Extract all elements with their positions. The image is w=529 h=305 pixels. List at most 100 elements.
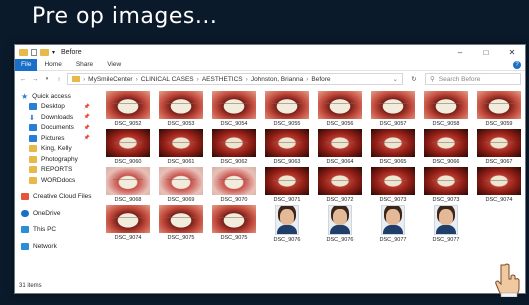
file-tile[interactable]: DSC_9059 [473,91,525,129]
file-tile[interactable]: DSC_9064 [314,129,366,167]
image-thumbnail [265,91,309,119]
file-tile[interactable]: DSC_9075 [208,205,260,243]
sidebar-item[interactable]: ★ Quick access [15,91,98,102]
up-icon[interactable]: ↑ [55,76,63,83]
quick-access-toolbar: ▾ [19,48,55,56]
sidebar-item[interactable]: OneDrive [15,208,98,219]
recent-locations-icon[interactable]: ▾ [43,76,51,82]
help-icon[interactable]: ? [513,60,521,69]
sidebar-item[interactable]: This PC [15,225,98,236]
image-thumbnail [424,91,468,119]
file-tile[interactable]: DSC_9066 [420,129,472,167]
slide-title: Pre op images... [32,4,218,29]
file-tile[interactable]: DSC_9068 [102,167,154,205]
sidebar-item[interactable]: Documents 📌 [15,123,98,134]
file-explorer-window: ▾ Before – □ ✕ File Home Share View ? ← … [14,44,526,294]
file-tile[interactable]: DSC_9073 [367,167,419,205]
tab-share[interactable]: Share [69,61,100,68]
file-tile[interactable]: DSC_9058 [420,91,472,129]
image-thumbnail [477,167,521,195]
sidebar-item[interactable]: ⬇ Downloads 📌 [15,112,98,123]
file-name: DSC_9077 [432,237,460,243]
image-thumbnail [212,205,256,233]
image-thumbnail [275,205,299,235]
file-tile[interactable]: DSC_9077 [420,205,472,243]
image-thumbnail [212,91,256,119]
file-tile[interactable]: DSC_9069 [155,167,207,205]
file-name: DSC_9075 [220,235,248,241]
file-tile[interactable]: DSC_9060 [102,129,154,167]
file-tile[interactable]: DSC_9056 [314,91,366,129]
breadcrumb-item[interactable]: MySmileCenter [88,76,132,83]
file-tile[interactable]: DSC_9067 [473,129,525,167]
file-tile[interactable]: DSC_9075 [155,205,207,243]
file-tile[interactable]: DSC_9054 [208,91,260,129]
file-tile[interactable]: DSC_9070 [208,167,260,205]
file-tile[interactable]: DSC_9076 [261,205,313,243]
file-tile[interactable]: DSC_9073 [420,167,472,205]
tab-home[interactable]: Home [37,61,68,68]
file-tile[interactable]: DSC_9053 [155,91,207,129]
sidebar-item-label: Quick access [32,92,71,100]
file-list: DSC_9052 DSC_9053 DSC_9054 DSC_9055 DSC_9056… [98,87,525,279]
sidebar-item[interactable]: Creative Cloud Files [15,192,98,203]
sidebar-item[interactable]: Desktop 📌 [15,102,98,113]
file-tile[interactable]: DSC_9074 [102,205,154,243]
image-thumbnail [159,91,203,119]
file-tile[interactable]: DSC_9063 [261,129,313,167]
properties-icon[interactable] [31,48,37,56]
search-placeholder: Search Before [438,75,481,83]
image-thumbnail [265,167,309,195]
sidebar-item-label: WORDdocs [41,176,76,184]
breadcrumb-item[interactable]: CLINICAL CASES [141,76,194,83]
pictures-icon [29,134,37,142]
file-tile[interactable]: DSC_9071 [261,167,313,205]
breadcrumb-item[interactable]: AESTHETICS [202,76,243,83]
file-tile[interactable]: DSC_9072 [314,167,366,205]
folder-icon [19,48,28,56]
sidebar-item[interactable]: King, Kelly [15,144,98,155]
maximize-button[interactable]: □ [473,48,499,57]
file-tile[interactable]: DSC_9065 [367,129,419,167]
file-name: DSC_9062 [220,159,248,165]
breadcrumb[interactable]: › MySmileCenter › CLINICAL CASES › AESTH… [67,73,403,85]
breadcrumb-item[interactable]: Johnston, Brianna [251,76,303,83]
sidebar-item-label: OneDrive [33,209,61,217]
file-tile[interactable]: DSC_9057 [367,91,419,129]
file-tile[interactable]: DSC_9076 [314,205,366,243]
sidebar-item-label: Documents [41,124,74,132]
file-name: DSC_9073 [379,197,407,203]
file-name: DSC_9066 [432,159,460,165]
sidebar-item[interactable]: Photography [15,154,98,165]
window-title: Before [61,48,82,56]
sidebar-item-label: Downloads [41,113,74,121]
chevron-down-icon[interactable]: ⌄ [393,75,398,83]
refresh-icon[interactable]: ↻ [407,75,421,83]
file-tile[interactable]: DSC_9077 [367,205,419,243]
tab-view[interactable]: View [100,61,128,68]
network-icon [21,242,29,250]
close-button[interactable]: ✕ [499,48,525,57]
forward-icon[interactable]: → [31,76,39,83]
file-tile[interactable]: DSC_9052 [102,91,154,129]
chevron-right-icon: › [306,75,309,83]
file-name: DSC_9057 [379,121,407,127]
file-name: DSC_9071 [273,197,301,203]
file-tile[interactable]: DSC_9062 [208,129,260,167]
sidebar-item[interactable]: REPORTS [15,165,98,176]
sidebar-item[interactable]: Pictures 📌 [15,133,98,144]
minimize-button[interactable]: – [447,48,473,57]
sidebar-item[interactable]: Network [15,241,98,252]
onedrive-icon [21,209,29,217]
new-folder-icon[interactable] [40,48,49,56]
tab-file[interactable]: File [15,58,38,71]
file-tile[interactable]: DSC_9074 [473,167,525,205]
sidebar-item[interactable]: WORDdocs [15,175,98,186]
file-tile[interactable]: DSC_9055 [261,91,313,129]
breadcrumb-item[interactable]: Before [311,76,330,83]
pin-icon: 📌 [83,103,90,110]
back-icon[interactable]: ← [19,76,27,83]
search-input[interactable]: ⚲ Search Before [425,73,521,85]
file-tile[interactable]: DSC_9061 [155,129,207,167]
chevron-down-icon[interactable]: ▾ [52,49,55,56]
